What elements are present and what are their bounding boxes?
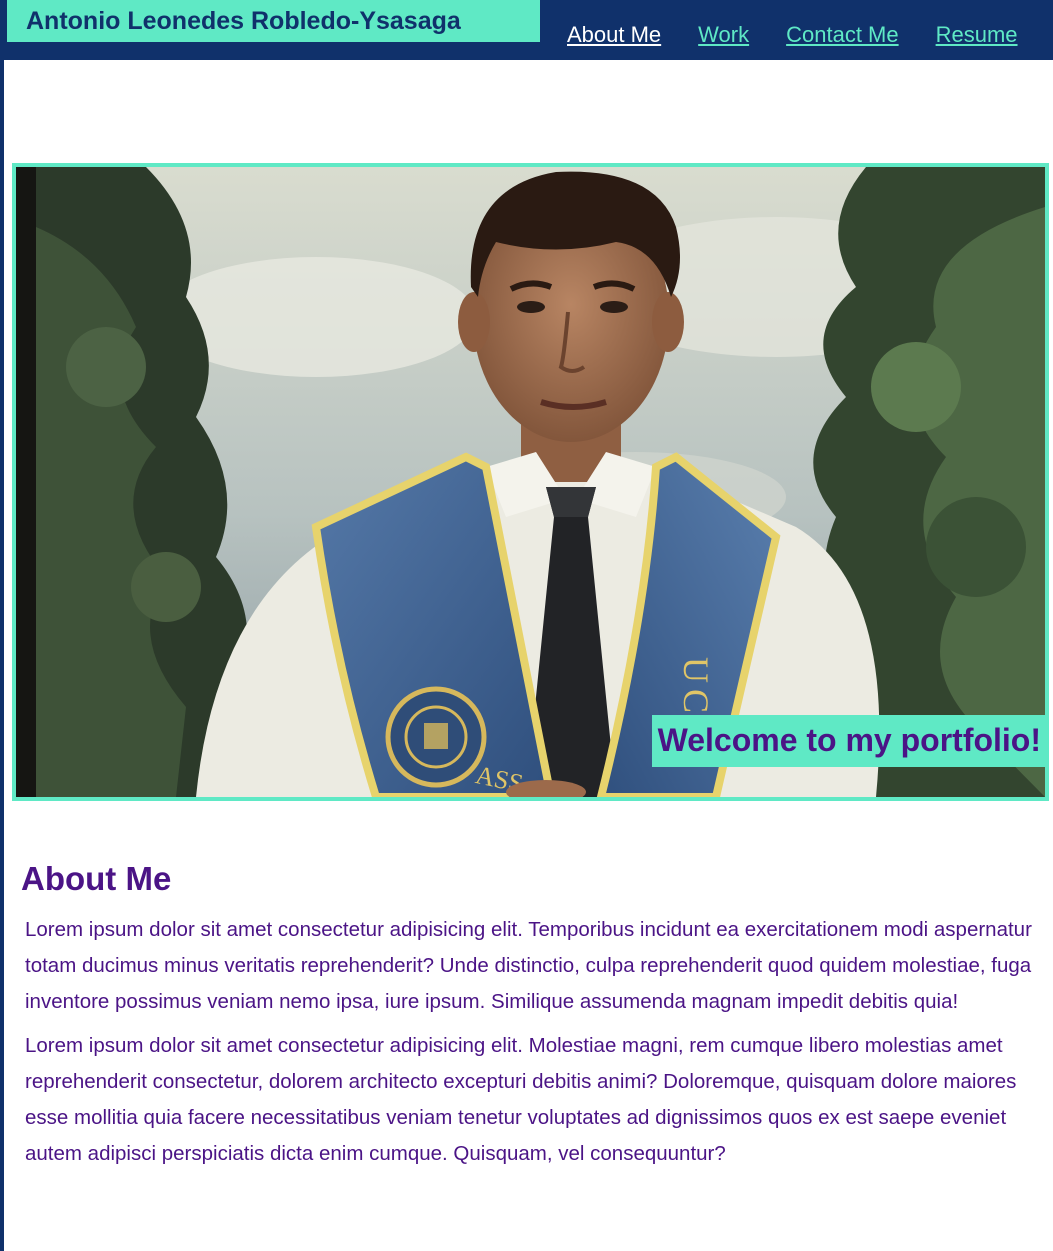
about-paragraph-2: Lorem ipsum dolor sit amet consectetur a… <box>25 1034 1017 1165</box>
about-paragraph-1: Lorem ipsum dolor sit amet consectetur a… <box>25 918 1032 1013</box>
main-nav: About Me Work Contact Me Resume <box>560 20 1018 50</box>
about-me-heading: About Me <box>21 860 172 897</box>
nav-link-resume[interactable]: Resume <box>936 22 1018 48</box>
site-brand-name[interactable]: Antonio Leonedes Robledo-Ysasaga <box>7 0 540 42</box>
hero-graduation-photo: UCR ASS <box>16 167 1045 797</box>
page-left-border <box>0 60 4 1251</box>
hero-banner: UCR ASS Welcome to my portfolio! <box>12 163 1049 801</box>
about-me-body: Lorem ipsum dolor sit amet consectetur a… <box>25 912 1035 1180</box>
nav-link-work[interactable]: Work <box>698 22 749 48</box>
hero-welcome-caption: Welcome to my portfolio! <box>651 715 1045 767</box>
nav-link-contact-me[interactable]: Contact Me <box>786 22 899 48</box>
top-navbar: Antonio Leonedes Robledo-Ysasaga About M… <box>0 0 1053 60</box>
nav-link-about-me[interactable]: About Me <box>567 22 661 48</box>
